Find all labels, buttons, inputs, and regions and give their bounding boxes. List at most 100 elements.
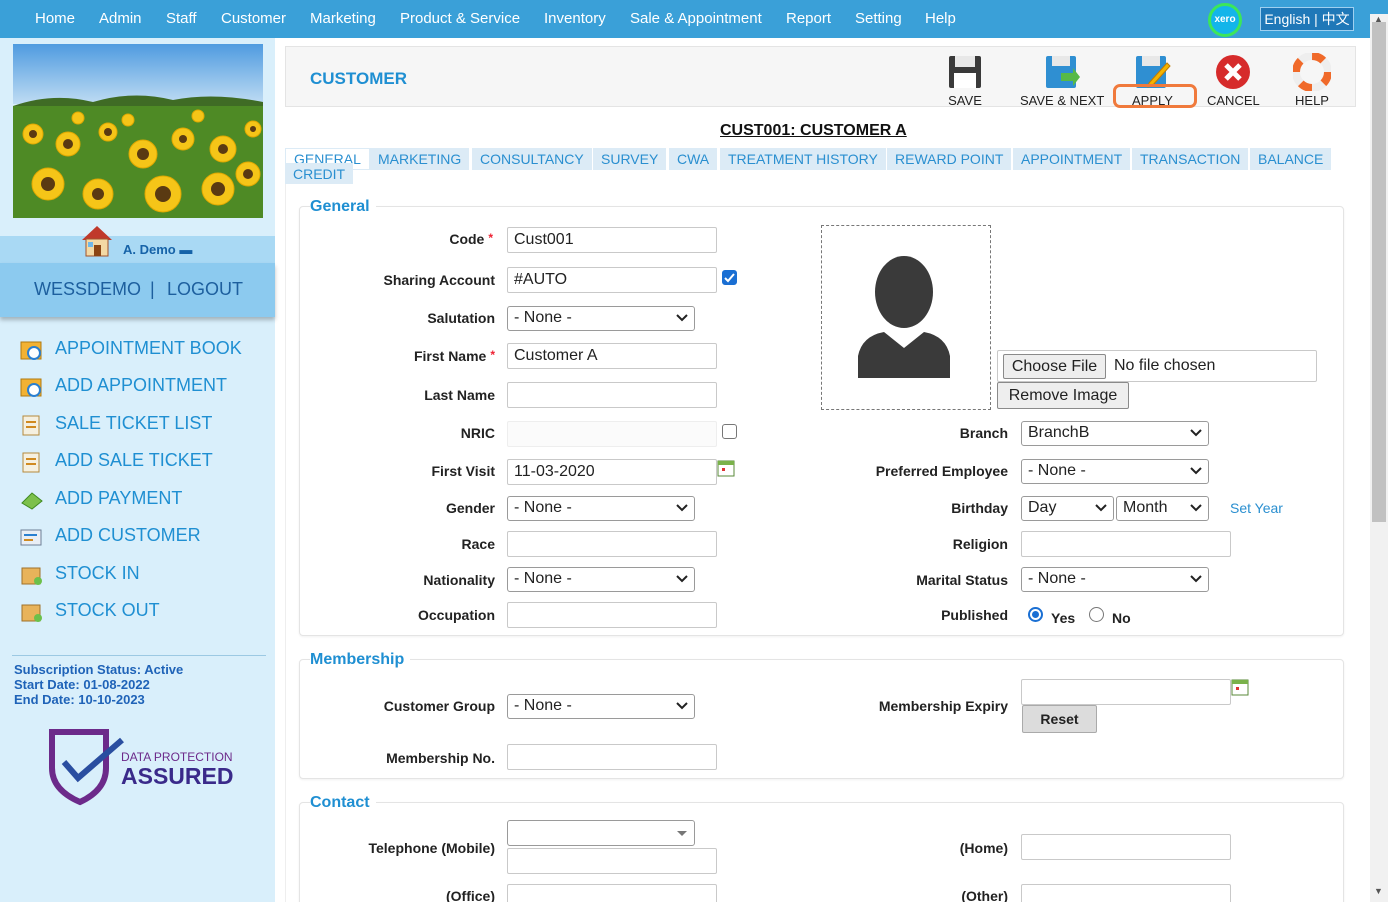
gender-select[interactable]: - None - <box>507 496 695 521</box>
occupation-input[interactable] <box>507 602 717 628</box>
tab-balance[interactable]: BALANCE <box>1250 148 1332 170</box>
house-icon[interactable] <box>78 222 116 260</box>
customer-group-label: Customer Group <box>383 698 495 714</box>
nav-admin[interactable]: Admin <box>99 10 142 27</box>
first-visit-input[interactable]: 11-03-2020 <box>507 459 717 485</box>
badge-line2: ASSURED <box>121 763 234 789</box>
remove-image-button[interactable]: Remove Image <box>997 382 1129 409</box>
first-name-input[interactable]: Customer A <box>507 343 717 369</box>
branch-select[interactable]: BranchB <box>1021 421 1209 446</box>
nav-home[interactable]: Home <box>35 10 75 27</box>
help-button[interactable]: HELP <box>1292 52 1332 108</box>
chevron-down-icon <box>676 504 688 512</box>
calendar-clock-icon <box>20 339 44 361</box>
sidebar: A. Demo ▬ WESSDEMO | LOGOUT APPOINTMENT … <box>0 38 275 902</box>
mobile-input[interactable] <box>507 848 717 874</box>
customer-group-select[interactable]: - None - <box>507 694 695 719</box>
calendar-icon[interactable] <box>1231 678 1249 696</box>
no-file-chosen-text: No file chosen <box>1114 357 1216 374</box>
nav-staff[interactable]: Staff <box>166 10 197 27</box>
subscription-end-date: End Date: 10-10-2023 <box>14 692 145 707</box>
tab-consultancy[interactable]: CONSULTANCY <box>472 148 592 170</box>
nav-customer[interactable]: Customer <box>221 10 286 27</box>
cancel-x-icon <box>1214 53 1252 91</box>
nav-product-service[interactable]: Product & Service <box>400 10 520 27</box>
published-label: Published <box>941 607 1008 623</box>
tab-marketing[interactable]: MARKETING <box>370 148 470 170</box>
home-phone-input[interactable] <box>1021 834 1231 860</box>
xero-icon[interactable]: xero <box>1208 3 1242 37</box>
tab-transaction[interactable]: TRANSACTION <box>1132 148 1249 170</box>
box-in-icon <box>20 564 44 586</box>
choose-file-button[interactable]: Choose File <box>1003 354 1106 379</box>
preferred-employee-select[interactable]: - None - <box>1021 459 1209 484</box>
sharing-account-input[interactable]: #AUTO <box>507 267 717 293</box>
caret-down-icon <box>677 831 687 836</box>
race-label: Race <box>461 536 495 552</box>
nationality-select[interactable]: - None - <box>507 567 695 592</box>
page-title: CUSTOMER <box>310 69 407 88</box>
sharing-account-label: Sharing Account <box>383 272 496 288</box>
marital-status-label: Marital Status <box>916 572 1008 588</box>
chevron-down-icon <box>1190 467 1202 475</box>
save-button[interactable]: SAVE <box>946 53 984 108</box>
save-next-button[interactable]: SAVE & NEXT <box>1020 53 1104 108</box>
tab-appointment[interactable]: APPOINTMENT <box>1013 148 1131 170</box>
laptop-icon: ▬ <box>179 242 193 257</box>
nric-input[interactable] <box>507 421 717 447</box>
scrollbar-thumb[interactable] <box>1372 22 1386 522</box>
membership-expiry-input[interactable] <box>1021 679 1231 705</box>
nav-inventory[interactable]: Inventory <box>544 10 606 27</box>
page-scrollbar[interactable]: ▲ ▼ <box>1370 14 1388 902</box>
nav-sale-appointment[interactable]: Sale & Appointment <box>630 10 762 27</box>
subscription-status: Subscription Status: Active <box>14 662 184 677</box>
nric-checkbox[interactable] <box>722 424 737 439</box>
nav-setting[interactable]: Setting <box>855 10 902 27</box>
nav-help[interactable]: Help <box>925 10 956 27</box>
tab-reward-point[interactable]: REWARD POINT <box>887 148 1012 170</box>
cancel-button[interactable]: CANCEL <box>1207 53 1260 108</box>
save-next-icon <box>1043 53 1081 91</box>
tab-cwa[interactable]: CWA <box>669 148 718 170</box>
sharing-account-checkbox[interactable] <box>722 270 737 285</box>
chevron-down-icon <box>676 575 688 583</box>
membership-no-input[interactable] <box>507 744 717 770</box>
nav-marketing[interactable]: Marketing <box>310 10 376 27</box>
reset-button[interactable]: Reset <box>1022 705 1097 733</box>
set-year-link[interactable]: Set Year <box>1230 500 1283 516</box>
account-name[interactable]: WESSDEMO <box>34 279 141 300</box>
published-yes-radio[interactable] <box>1028 607 1043 622</box>
salutation-select[interactable]: - None - <box>507 306 695 331</box>
account-bar: WESSDEMO | LOGOUT <box>0 263 275 317</box>
logout-link[interactable]: LOGOUT <box>167 279 243 300</box>
tab-treatment-history[interactable]: TREATMENT HISTORY <box>720 148 886 170</box>
calendar-icon[interactable] <box>717 459 735 477</box>
user-name[interactable]: A. Demo ▬ <box>123 242 192 257</box>
tab-survey[interactable]: SURVEY <box>593 148 667 170</box>
sunflower-banner-image <box>13 44 263 218</box>
user-avatar-icon <box>858 256 950 378</box>
language-switcher[interactable]: English | 中文 <box>1260 7 1354 31</box>
mobile-country-select[interactable] <box>507 820 695 846</box>
first-name-label: First Name * <box>413 348 495 364</box>
branch-label: Branch <box>959 425 1008 441</box>
religion-input[interactable] <box>1021 531 1231 557</box>
birthday-month-select[interactable]: Month <box>1116 496 1209 521</box>
office-phone-input[interactable] <box>507 884 717 902</box>
file-input[interactable]: Choose File No file chosen <box>997 350 1317 382</box>
marital-status-select[interactable]: - None - <box>1021 567 1209 592</box>
tab-credit[interactable]: CREDIT <box>285 163 354 185</box>
race-input[interactable] <box>507 531 717 557</box>
birthday-day-select[interactable]: Day <box>1021 496 1114 521</box>
chevron-down-icon <box>676 702 688 710</box>
published-no-radio[interactable] <box>1089 607 1104 622</box>
checkmark-icon <box>724 273 735 283</box>
scroll-down-arrow-icon[interactable]: ▼ <box>1374 886 1383 896</box>
nav-report[interactable]: Report <box>786 10 831 27</box>
title-panel: CUSTOMER SAVE SAVE & NEXT APPLY CANCEL H… <box>285 46 1356 108</box>
office-phone-label: (Office) <box>446 888 495 902</box>
other-phone-input[interactable] <box>1021 884 1231 902</box>
code-input[interactable]: Cust001 <box>507 227 717 253</box>
last-name-input[interactable] <box>507 382 717 408</box>
last-name-label: Last Name <box>424 387 495 403</box>
